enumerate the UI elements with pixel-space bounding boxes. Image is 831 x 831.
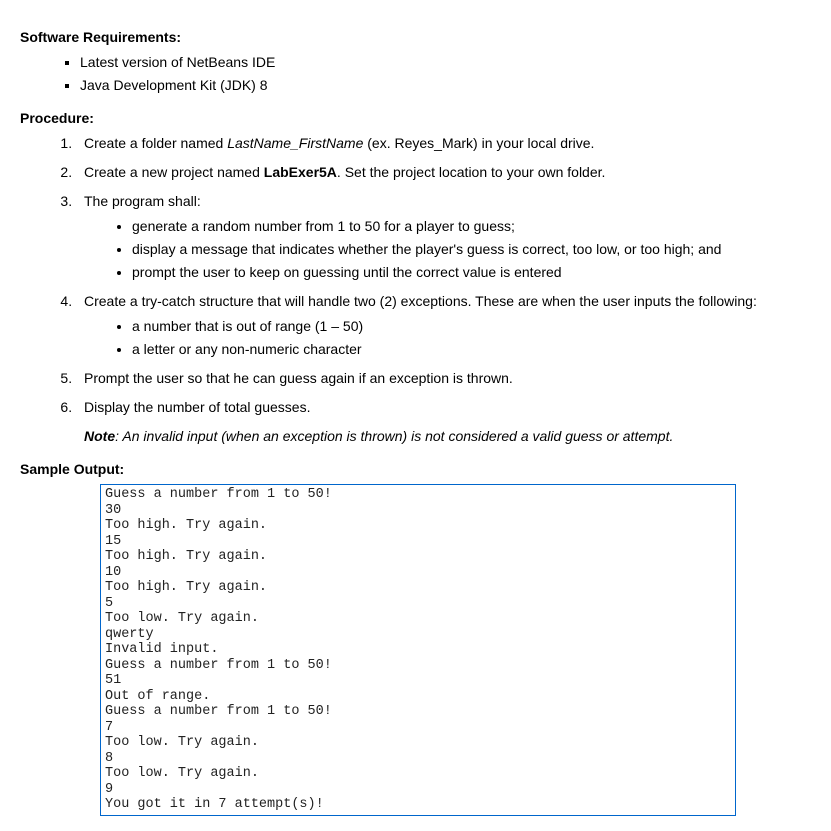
text: Create a folder named [84, 135, 227, 151]
exceptions-list: a number that is out of range (1 – 50) a… [84, 316, 811, 360]
list-item: a letter or any non-numeric character [132, 339, 811, 360]
list-item: prompt the user to keep on guessing unti… [132, 262, 811, 283]
software-requirements-list: Latest version of NetBeans IDE Java Deve… [20, 52, 811, 96]
text: Create a new project named [84, 164, 264, 180]
procedure-step-3: The program shall: generate a random num… [76, 191, 811, 283]
list-item: Java Development Kit (JDK) 8 [80, 75, 811, 96]
procedure-step-1: Create a folder named LastName_FirstName… [76, 133, 811, 154]
text: (ex. Reyes_Mark) in your local drive. [363, 135, 594, 151]
note-line: Note: An invalid input (when an exceptio… [84, 426, 811, 447]
text: Create a try-catch structure that will h… [84, 293, 757, 309]
list-item: Latest version of NetBeans IDE [80, 52, 811, 73]
procedure-step-5: Prompt the user so that he can guess aga… [76, 368, 811, 389]
list-item: display a message that indicates whether… [132, 239, 811, 260]
sample-output-box: Guess a number from 1 to 50! 30 Too high… [100, 484, 736, 816]
software-requirements-heading: Software Requirements: [20, 27, 811, 48]
procedure-heading: Procedure: [20, 108, 811, 129]
program-shall-list: generate a random number from 1 to 50 fo… [84, 216, 811, 283]
text: The program shall: [84, 193, 201, 209]
note-label: Note [84, 428, 115, 444]
text: Display the number of total guesses. [84, 399, 310, 415]
procedure-list: Create a folder named LastName_FirstName… [20, 133, 811, 447]
list-item: a number that is out of range (1 – 50) [132, 316, 811, 337]
text: . Set the project location to your own f… [337, 164, 606, 180]
project-name: LabExer5A [264, 164, 337, 180]
sample-output-heading: Sample Output: [20, 459, 811, 480]
procedure-step-6: Display the number of total guesses. Not… [76, 397, 811, 447]
folder-name-example: LastName_FirstName [227, 135, 363, 151]
procedure-step-4: Create a try-catch structure that will h… [76, 291, 811, 360]
note-text: : An invalid input (when an exception is… [115, 428, 673, 444]
procedure-step-2: Create a new project named LabExer5A. Se… [76, 162, 811, 183]
list-item: generate a random number from 1 to 50 fo… [132, 216, 811, 237]
